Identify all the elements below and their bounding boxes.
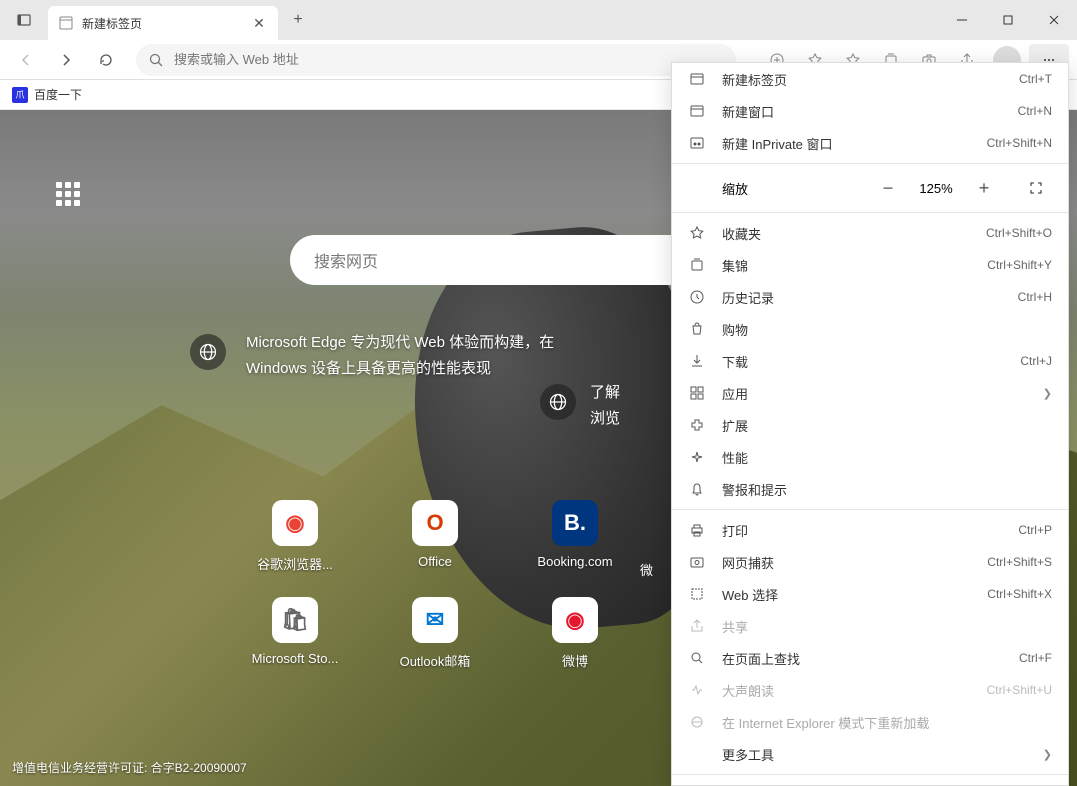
history-icon (688, 289, 706, 305)
menu-item-read: 大声朗读Ctrl+Shift+U (672, 674, 1068, 706)
titlebar: 新建标签页 ✕ + (0, 0, 1077, 40)
performance-icon (688, 449, 706, 465)
bookmark-baidu[interactable]: 百度一下 (34, 86, 82, 103)
settings-menu: 新建标签页Ctrl+T新建窗口Ctrl+N新建 InPrivate 窗口Ctrl… (671, 62, 1069, 786)
capture-icon (688, 554, 706, 570)
menu-item-performance[interactable]: 性能 (672, 441, 1068, 473)
chevron-right-icon: ❯ (1043, 387, 1052, 400)
tile-label: Microsoft Sto... (252, 651, 339, 666)
search-icon (148, 52, 164, 68)
quick-link-tile[interactable]: ◉ 微博 (510, 597, 640, 670)
menu-item-history[interactable]: 历史记录Ctrl+H (672, 281, 1068, 313)
fullscreen-button[interactable] (1020, 174, 1052, 202)
ie-icon (688, 714, 706, 730)
menu-item-collections[interactable]: 集锦Ctrl+Shift+Y (672, 249, 1068, 281)
menu-item-extensions[interactable]: 扩展 (672, 409, 1068, 441)
close-window-button[interactable] (1031, 0, 1077, 40)
select-icon (688, 586, 706, 602)
menu-item-apps[interactable]: 应用❯ (672, 377, 1068, 409)
tile-icon: B. (552, 500, 598, 546)
menu-item-print[interactable]: 打印Ctrl+P (672, 514, 1068, 546)
tab-actions-button[interactable] (0, 0, 48, 40)
zoom-row: 缩放−125% + (672, 168, 1068, 208)
footer-license: 增值电信业务经营许可证: 合字B2-20090007 (12, 759, 247, 776)
apps-icon (688, 385, 706, 401)
read-icon (688, 682, 706, 698)
tile-icon: ◉ (272, 500, 318, 546)
chevron-right-icon: ❯ (1043, 748, 1052, 761)
inprivate-icon (688, 135, 706, 151)
star-icon (688, 225, 706, 241)
quick-link-tile[interactable]: ✉ Outlook邮箱 (370, 597, 500, 670)
apps-launcher-button[interactable] (50, 176, 86, 212)
tile-icon: ◉ (552, 597, 598, 643)
tab-favicon (58, 15, 74, 31)
zoom-in-button[interactable]: + (968, 174, 1000, 202)
menu-item-bell[interactable]: 警报和提示 (672, 473, 1068, 505)
menu-item-ie: 在 Internet Explorer 模式下重新加载 (672, 706, 1068, 738)
window-controls (939, 0, 1077, 40)
menu-item-more[interactable]: 更多工具❯ (672, 738, 1068, 770)
quick-link-tile[interactable]: B. Booking.com (510, 500, 640, 573)
menu-item-star[interactable]: 收藏夹Ctrl+Shift+O (672, 217, 1068, 249)
tab-actions-icon (16, 12, 32, 28)
forward-button[interactable] (48, 44, 84, 76)
quick-link-tile[interactable]: ◉ 谷歌浏览器... (230, 500, 360, 573)
tab-icon (688, 71, 706, 87)
address-bar[interactable] (136, 44, 736, 76)
download-icon (688, 353, 706, 369)
menu-item-inprivate[interactable]: 新建 InPrivate 窗口Ctrl+Shift+N (672, 127, 1068, 159)
menu-item-window[interactable]: 新建窗口Ctrl+N (672, 95, 1068, 127)
zoom-out-button[interactable]: − (872, 174, 904, 202)
shopping-icon (688, 321, 706, 337)
promo-text: Microsoft Edge 专为现代 Web 体验而构建，在 Windows … (246, 330, 556, 382)
tile-label: Booking.com (537, 554, 612, 569)
maximize-button[interactable] (985, 0, 1031, 40)
menu-item-select[interactable]: Web 选择Ctrl+Shift+X (672, 578, 1068, 610)
tile-label: 微博 (562, 651, 588, 670)
menu-item-shopping[interactable]: 购物 (672, 313, 1068, 345)
zoom-value: 125% (916, 181, 956, 196)
ntp-search-placeholder: 搜索网页 (314, 248, 378, 272)
print-icon (688, 522, 706, 538)
bell-icon (688, 481, 706, 497)
share-icon (688, 618, 706, 634)
tab-close-button[interactable]: ✕ (250, 14, 268, 32)
collections-icon (688, 257, 706, 273)
menu-item-capture[interactable]: 网页捕获Ctrl+Shift+S (672, 546, 1068, 578)
globe-icon-2 (540, 384, 576, 420)
tile-icon: O (412, 500, 458, 546)
minimize-button[interactable] (939, 0, 985, 40)
tile-label: 谷歌浏览器... (257, 554, 333, 573)
menu-item-settings[interactable]: 设置 (672, 779, 1068, 786)
quick-links-grid: ◉ 谷歌浏览器... O Office B. Booking.com 🛍 Microsoft … (230, 500, 640, 670)
tile-partial: 微 (640, 560, 653, 579)
quick-link-tile[interactable]: 🛍 Microsoft Sto... (230, 597, 360, 670)
menu-item-download[interactable]: 下载Ctrl+J (672, 345, 1068, 377)
menu-item-tab[interactable]: 新建标签页Ctrl+T (672, 63, 1068, 95)
tile-label: Outlook邮箱 (400, 651, 471, 670)
tile-icon: ✉ (412, 597, 458, 643)
promo-banner-2: 了解浏览 (540, 380, 620, 432)
find-icon (688, 650, 706, 666)
tab-title: 新建标签页 (82, 15, 242, 32)
menu-item-find[interactable]: 在页面上查找Ctrl+F (672, 642, 1068, 674)
globe-icon (190, 334, 226, 370)
baidu-favicon: 爪 (12, 87, 28, 103)
refresh-button[interactable] (88, 44, 124, 76)
quick-link-tile[interactable]: O Office (370, 500, 500, 573)
menu-item-share: 共享 (672, 610, 1068, 642)
new-tab-button[interactable]: + (282, 4, 314, 36)
promo-banner: Microsoft Edge 专为现代 Web 体验而构建，在 Windows … (190, 330, 556, 382)
extensions-icon (688, 417, 706, 433)
tile-label: Office (418, 554, 452, 569)
window-icon (688, 103, 706, 119)
browser-tab[interactable]: 新建标签页 ✕ (48, 6, 278, 40)
back-button[interactable] (8, 44, 44, 76)
address-input[interactable] (174, 52, 724, 67)
tile-icon: 🛍 (272, 597, 318, 643)
zoom-label: 缩放 (722, 179, 860, 198)
